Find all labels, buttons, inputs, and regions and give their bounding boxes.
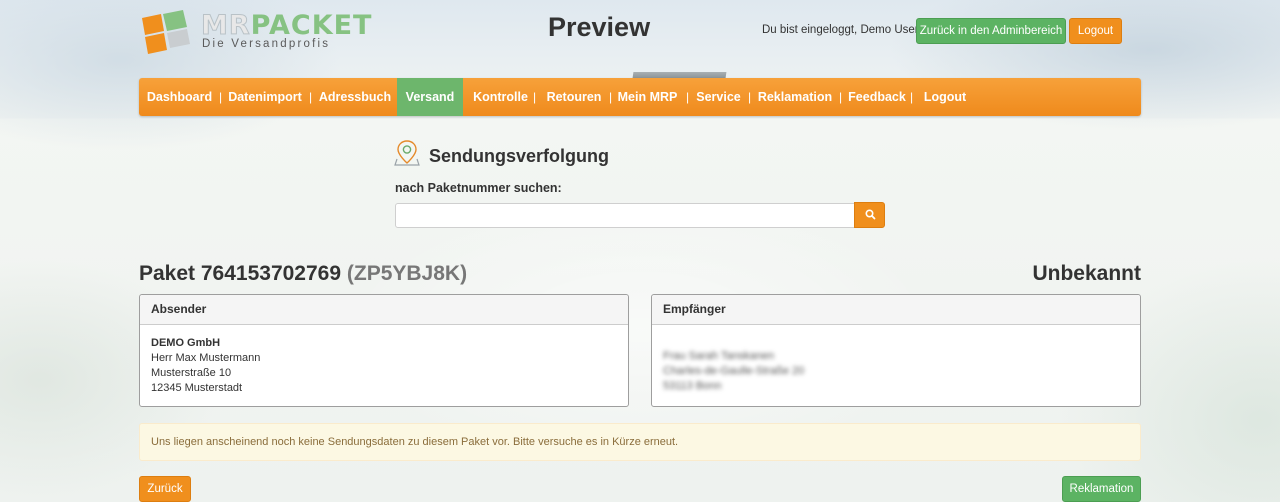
nav-separator: | [686, 90, 690, 104]
logout-button[interactable]: Logout [1069, 18, 1122, 44]
recipient-heading: Empfänger [652, 295, 1140, 325]
nav-separator: | [219, 90, 223, 104]
search-icon [865, 209, 876, 220]
search-label: nach Paketnummer suchen: [395, 181, 562, 195]
location-pin-icon [394, 140, 420, 166]
back-button[interactable]: Zurück [139, 476, 191, 502]
tracking-title: Sendungsverfolgung [429, 146, 609, 166]
nav-separator: | [533, 90, 537, 104]
sender-street: Musterstraße 10 [151, 367, 232, 379]
recipient-street: Charles-de-Gaulle-Straße 20 [663, 365, 805, 377]
package-title: Paket 764153702769 (ZP5YBJ8K) [139, 262, 467, 286]
sender-company: DEMO GmbH [151, 337, 221, 349]
recipient-city: 53113 Bonn [663, 380, 722, 392]
page-title: Preview [548, 12, 651, 42]
logo[interactable]: MRPACKET Die Versandprofis [139, 10, 373, 55]
nav-separator: | [309, 90, 313, 104]
sender-heading: Absender [140, 295, 628, 325]
tracking-number-input[interactable] [395, 203, 855, 228]
search-button[interactable] [854, 202, 885, 228]
nav-separator: | [748, 90, 752, 104]
sender-name: Herr Max Mustermann [151, 352, 261, 364]
nav-item-dashboard[interactable]: Dashboard [139, 78, 220, 116]
nav-separator: | [839, 90, 843, 104]
login-status: Du bist eingeloggt, Demo User [762, 24, 919, 36]
nav-item-mein-mrp[interactable]: Mein MRP [616, 78, 679, 116]
admin-area-button[interactable]: Zurück in den Adminbereich [916, 18, 1066, 44]
claim-button[interactable]: Reklamation [1062, 476, 1141, 502]
sender-panel: Absender DEMO GmbH Herr Max Mustermann M… [139, 294, 629, 407]
package-number: Paket 764153702769 [139, 262, 342, 285]
logo-wordmark: MRPACKET [201, 10, 373, 41]
logo-mark-icon [142, 10, 190, 54]
nav-item-retouren[interactable]: Retouren [543, 78, 605, 116]
nav-separator: | [910, 90, 914, 104]
recipient-panel: Empfänger Frau Sarah Tanskanen Charles-d… [651, 294, 1141, 407]
recipient-name: Frau Sarah Tanskanen [663, 350, 775, 362]
package-status: Unbekannt [1032, 262, 1141, 285]
main-navigation: Dashboard | Datenimport | Adressbuch Ver… [139, 78, 1141, 116]
nav-item-service[interactable]: Service [694, 78, 743, 116]
nav-item-versand[interactable]: Versand [397, 78, 463, 116]
sender-city: 12345 Musterstadt [151, 382, 243, 394]
logo-tagline: Die Versandprofis [202, 38, 331, 50]
no-data-alert: Uns liegen anscheinend noch keine Sendun… [139, 423, 1141, 461]
nav-item-datenimport[interactable]: Datenimport [225, 78, 305, 116]
nav-item-adressbuch[interactable]: Adressbuch [316, 78, 394, 116]
nav-item-logout[interactable]: Logout [923, 78, 967, 116]
package-code: (ZP5YBJ8K) [346, 262, 468, 285]
nav-item-kontrolle[interactable]: Kontrolle [472, 78, 529, 116]
nav-separator: | [609, 90, 613, 104]
nav-item-feedback[interactable]: Feedback [848, 78, 906, 116]
nav-item-reklamation[interactable]: Reklamation [757, 78, 833, 116]
